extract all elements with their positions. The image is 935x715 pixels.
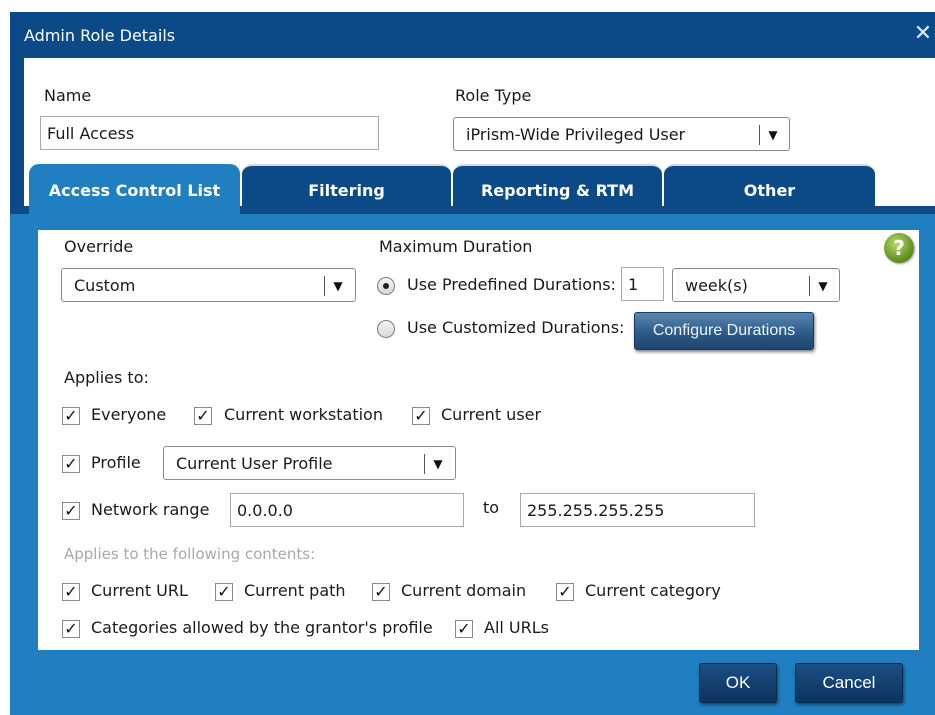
profile-checkbox[interactable]: ✓	[62, 455, 80, 473]
close-icon[interactable]: ✕	[913, 23, 933, 45]
current-path-checkbox[interactable]: ✓	[215, 583, 233, 601]
name-input[interactable]: Full Access	[40, 116, 379, 150]
network-range-to-input[interactable]: 255.255.255.255	[520, 493, 755, 527]
customized-durations-radio[interactable]	[377, 320, 395, 338]
chevron-down-icon[interactable]: ▼	[330, 275, 346, 297]
chevron-down-icon[interactable]: ▼	[430, 453, 446, 475]
profile-select[interactable]: Current User Profile ▼	[163, 446, 456, 480]
override-value: Custom	[74, 276, 136, 295]
override-label: Override	[64, 237, 134, 256]
network-range-label: Network range	[91, 500, 210, 519]
duration-unit-select[interactable]: week(s) ▼	[672, 268, 840, 302]
maximum-duration-label: Maximum Duration	[379, 237, 533, 256]
configure-durations-button[interactable]: Configure Durations	[634, 312, 814, 350]
duration-unit-value: week(s)	[685, 276, 748, 295]
current-url-label: Current URL	[91, 581, 188, 600]
select-separator	[759, 125, 760, 145]
everyone-label: Everyone	[91, 405, 167, 424]
select-separator	[324, 276, 325, 296]
everyone-checkbox[interactable]: ✓	[62, 407, 80, 425]
select-separator	[809, 276, 810, 296]
role-type-label: Role Type	[455, 86, 532, 105]
customized-durations-label: Use Customized Durations:	[407, 318, 625, 337]
tab-access-control-list[interactable]: Access Control List	[29, 164, 240, 216]
select-separator	[424, 454, 425, 474]
contents-label: Applies to the following contents:	[64, 545, 316, 563]
name-label: Name	[44, 86, 92, 105]
tab-filtering[interactable]: Filtering	[242, 164, 451, 216]
current-user-checkbox[interactable]: ✓	[412, 407, 430, 425]
categories-allowed-checkbox[interactable]: ✓	[62, 620, 80, 638]
predefined-durations-radio[interactable]	[377, 277, 395, 295]
title-bar: Admin Role Details ✕	[10, 12, 935, 58]
cancel-button[interactable]: Cancel	[795, 663, 903, 703]
applies-to-label: Applies to:	[64, 368, 149, 387]
all-urls-label: All URLs	[484, 618, 549, 637]
help-icon[interactable]: ?	[884, 233, 914, 263]
override-select[interactable]: Custom ▼	[61, 268, 356, 302]
predefined-durations-label: Use Predefined Durations:	[407, 275, 616, 294]
network-range-to-label: to	[483, 498, 500, 517]
ok-button[interactable]: OK	[699, 663, 777, 703]
chevron-down-icon[interactable]: ▼	[815, 275, 831, 297]
tab-other[interactable]: Other	[664, 164, 875, 216]
current-domain-checkbox[interactable]: ✓	[372, 583, 390, 601]
current-url-checkbox[interactable]: ✓	[62, 583, 80, 601]
current-category-label: Current category	[585, 581, 721, 600]
window-title: Admin Role Details	[24, 26, 176, 45]
profile-label: Profile	[91, 453, 141, 472]
network-range-from-input[interactable]: 0.0.0.0	[230, 493, 464, 527]
role-type-select[interactable]: iPrism-Wide Privileged User ▼	[453, 117, 790, 151]
tab-reporting-rtm[interactable]: Reporting & RTM	[453, 164, 662, 216]
all-urls-checkbox[interactable]: ✓	[455, 620, 473, 638]
chevron-down-icon[interactable]: ▼	[765, 124, 781, 146]
duration-count-input[interactable]: 1	[621, 267, 664, 301]
network-range-checkbox[interactable]: ✓	[62, 502, 80, 520]
role-type-value: iPrism-Wide Privileged User	[466, 125, 686, 144]
current-user-label: Current user	[441, 405, 542, 424]
categories-allowed-label: Categories allowed by the grantor's prof…	[91, 618, 433, 637]
current-path-label: Current path	[244, 581, 346, 600]
current-workstation-label: Current workstation	[224, 405, 383, 424]
current-domain-label: Current domain	[401, 581, 527, 600]
profile-value: Current User Profile	[176, 454, 333, 473]
current-workstation-checkbox[interactable]: ✓	[194, 407, 212, 425]
current-category-checkbox[interactable]: ✓	[556, 583, 574, 601]
